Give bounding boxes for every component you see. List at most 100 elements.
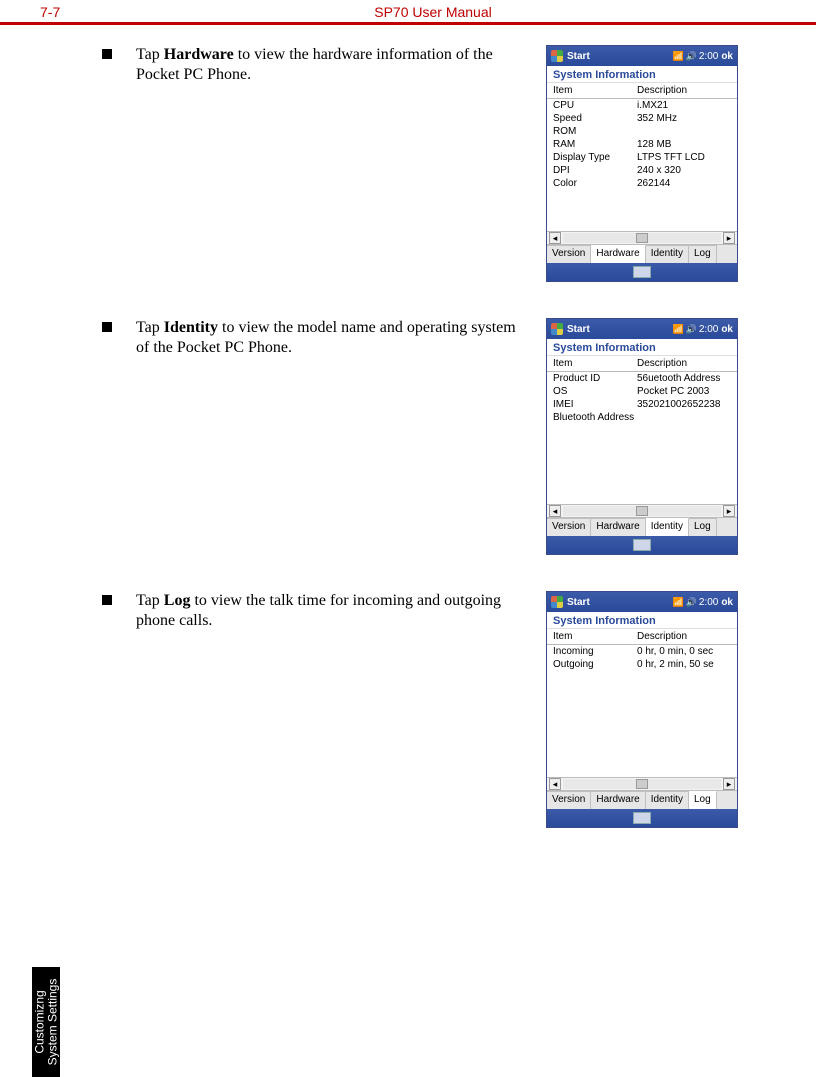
device-frame: Start 2:00 ok System Information Item De…: [546, 45, 738, 282]
table-header: Item Description: [547, 83, 737, 99]
page-number: 7-7: [40, 4, 90, 20]
table-header: Item Description: [547, 356, 737, 372]
table-row: IMEI352021002652238: [547, 398, 737, 411]
bullet-icon: [102, 595, 112, 605]
col-desc: Description: [637, 358, 737, 369]
keyboard-icon[interactable]: [633, 539, 651, 551]
tab-version[interactable]: Version: [547, 245, 591, 263]
status-icons: 2:00 ok: [673, 324, 733, 335]
tab-hardware[interactable]: Hardware: [591, 791, 645, 809]
scroll-right-icon[interactable]: ▸: [723, 232, 735, 244]
tab-version[interactable]: Version: [547, 791, 591, 809]
scroll-left-icon[interactable]: ◂: [549, 232, 561, 244]
speaker-icon: [686, 324, 696, 334]
hardware-table: CPUi.MX21 Speed352 MHz ROM RAM128 MB Dis…: [547, 99, 737, 231]
status-icons: 2:00 ok: [673, 51, 733, 62]
start-bar: Start 2:00 ok: [547, 319, 737, 339]
app-title: System Information: [547, 612, 737, 629]
text-bold: Log: [164, 592, 191, 609]
table-row: Color262144: [547, 177, 737, 190]
instruction-text: Tap Identity to view the model name and …: [136, 318, 546, 358]
side-tab-line: Customizng: [32, 990, 46, 1053]
bottom-bar: [547, 536, 737, 554]
bottom-bar: [547, 809, 737, 827]
page-header: 7-7 SP70 User Manual: [0, 0, 816, 25]
screenshot-log: Start 2:00 ok System Information Item De…: [546, 591, 738, 828]
scroll-right-icon[interactable]: ▸: [723, 505, 735, 517]
start-label[interactable]: Start: [567, 597, 673, 608]
bullet-icon: [102, 49, 112, 59]
text-bold: Hardware: [164, 46, 234, 63]
status-icons: 2:00 ok: [673, 597, 733, 608]
table-row: CPUi.MX21: [547, 99, 737, 112]
tab-identity[interactable]: Identity: [646, 518, 689, 536]
instruction-item-log: Tap Log to view the talk time for incomi…: [90, 591, 776, 828]
text-fragment: to view the talk time for incoming and o…: [136, 592, 501, 629]
col-item: Item: [547, 85, 637, 96]
device-frame: Start 2:00 ok System Information Item De…: [546, 318, 738, 555]
clock: 2:00: [699, 324, 718, 335]
text-fragment: Tap: [136, 592, 164, 609]
bullet-icon: [102, 322, 112, 332]
tab-version[interactable]: Version: [547, 518, 591, 536]
signal-icon: [673, 324, 683, 334]
keyboard-icon[interactable]: [633, 266, 651, 278]
instruction-item-identity: Tap Identity to view the model name and …: [90, 318, 776, 555]
speaker-icon: [686, 597, 696, 607]
tab-hardware[interactable]: Hardware: [591, 518, 645, 536]
app-title: System Information: [547, 339, 737, 356]
instruction-item-hardware: Tap Hardware to view the hardware inform…: [90, 45, 776, 282]
device-frame: Start 2:00 ok System Information Item De…: [546, 591, 738, 828]
clock: 2:00: [699, 597, 718, 608]
table-row: ROM: [547, 125, 737, 138]
tab-log[interactable]: Log: [689, 518, 717, 536]
table-row: Bluetooth Address: [547, 411, 737, 424]
start-label[interactable]: Start: [567, 51, 673, 62]
page-content: Tap Hardware to view the hardware inform…: [0, 25, 816, 828]
tab-bar: Version Hardware Identity Log: [547, 518, 737, 536]
identity-table: Product ID56uetooth Address OSPocket PC …: [547, 372, 737, 504]
tab-hardware[interactable]: Hardware: [591, 245, 645, 263]
tab-identity[interactable]: Identity: [646, 791, 689, 809]
text-fragment: Tap: [136, 319, 164, 336]
scroll-left-icon[interactable]: ◂: [549, 505, 561, 517]
signal-icon: [673, 51, 683, 61]
horizontal-scrollbar[interactable]: ◂ ▸: [547, 231, 737, 245]
start-label[interactable]: Start: [567, 324, 673, 335]
text-fragment: Tap: [136, 46, 164, 63]
bottom-bar: [547, 263, 737, 281]
tab-log[interactable]: Log: [689, 791, 717, 809]
table-row: Outgoing0 hr, 2 min, 50 se: [547, 658, 737, 671]
start-bar: Start 2:00 ok: [547, 46, 737, 66]
ok-button[interactable]: ok: [721, 597, 733, 608]
tab-bar: Version Hardware Identity Log: [547, 245, 737, 263]
side-tab-line: System Settings: [45, 979, 59, 1066]
horizontal-scrollbar[interactable]: ◂ ▸: [547, 504, 737, 518]
tab-bar: Version Hardware Identity Log: [547, 791, 737, 809]
col-desc: Description: [637, 631, 737, 642]
horizontal-scrollbar[interactable]: ◂ ▸: [547, 777, 737, 791]
scroll-left-icon[interactable]: ◂: [549, 778, 561, 790]
table-row: DPI240 x 320: [547, 164, 737, 177]
col-item: Item: [547, 358, 637, 369]
clock: 2:00: [699, 51, 718, 62]
table-row: Incoming0 hr, 0 min, 0 sec: [547, 645, 737, 658]
table-row: Product ID56uetooth Address: [547, 372, 737, 385]
tab-identity[interactable]: Identity: [646, 245, 689, 263]
text-bold: Identity: [164, 319, 218, 336]
scroll-right-icon[interactable]: ▸: [723, 778, 735, 790]
ok-button[interactable]: ok: [721, 51, 733, 62]
ok-button[interactable]: ok: [721, 324, 733, 335]
keyboard-icon[interactable]: [633, 812, 651, 824]
table-row: OSPocket PC 2003: [547, 385, 737, 398]
tab-log[interactable]: Log: [689, 245, 717, 263]
app-title: System Information: [547, 66, 737, 83]
log-table: Incoming0 hr, 0 min, 0 sec Outgoing0 hr,…: [547, 645, 737, 777]
table-header: Item Description: [547, 629, 737, 645]
table-row: Speed352 MHz: [547, 112, 737, 125]
windows-flag-icon: [551, 596, 563, 608]
manual-title: SP70 User Manual: [90, 4, 776, 20]
table-row: RAM128 MB: [547, 138, 737, 151]
table-row: Display TypeLTPS TFT LCD: [547, 151, 737, 164]
windows-flag-icon: [551, 323, 563, 335]
